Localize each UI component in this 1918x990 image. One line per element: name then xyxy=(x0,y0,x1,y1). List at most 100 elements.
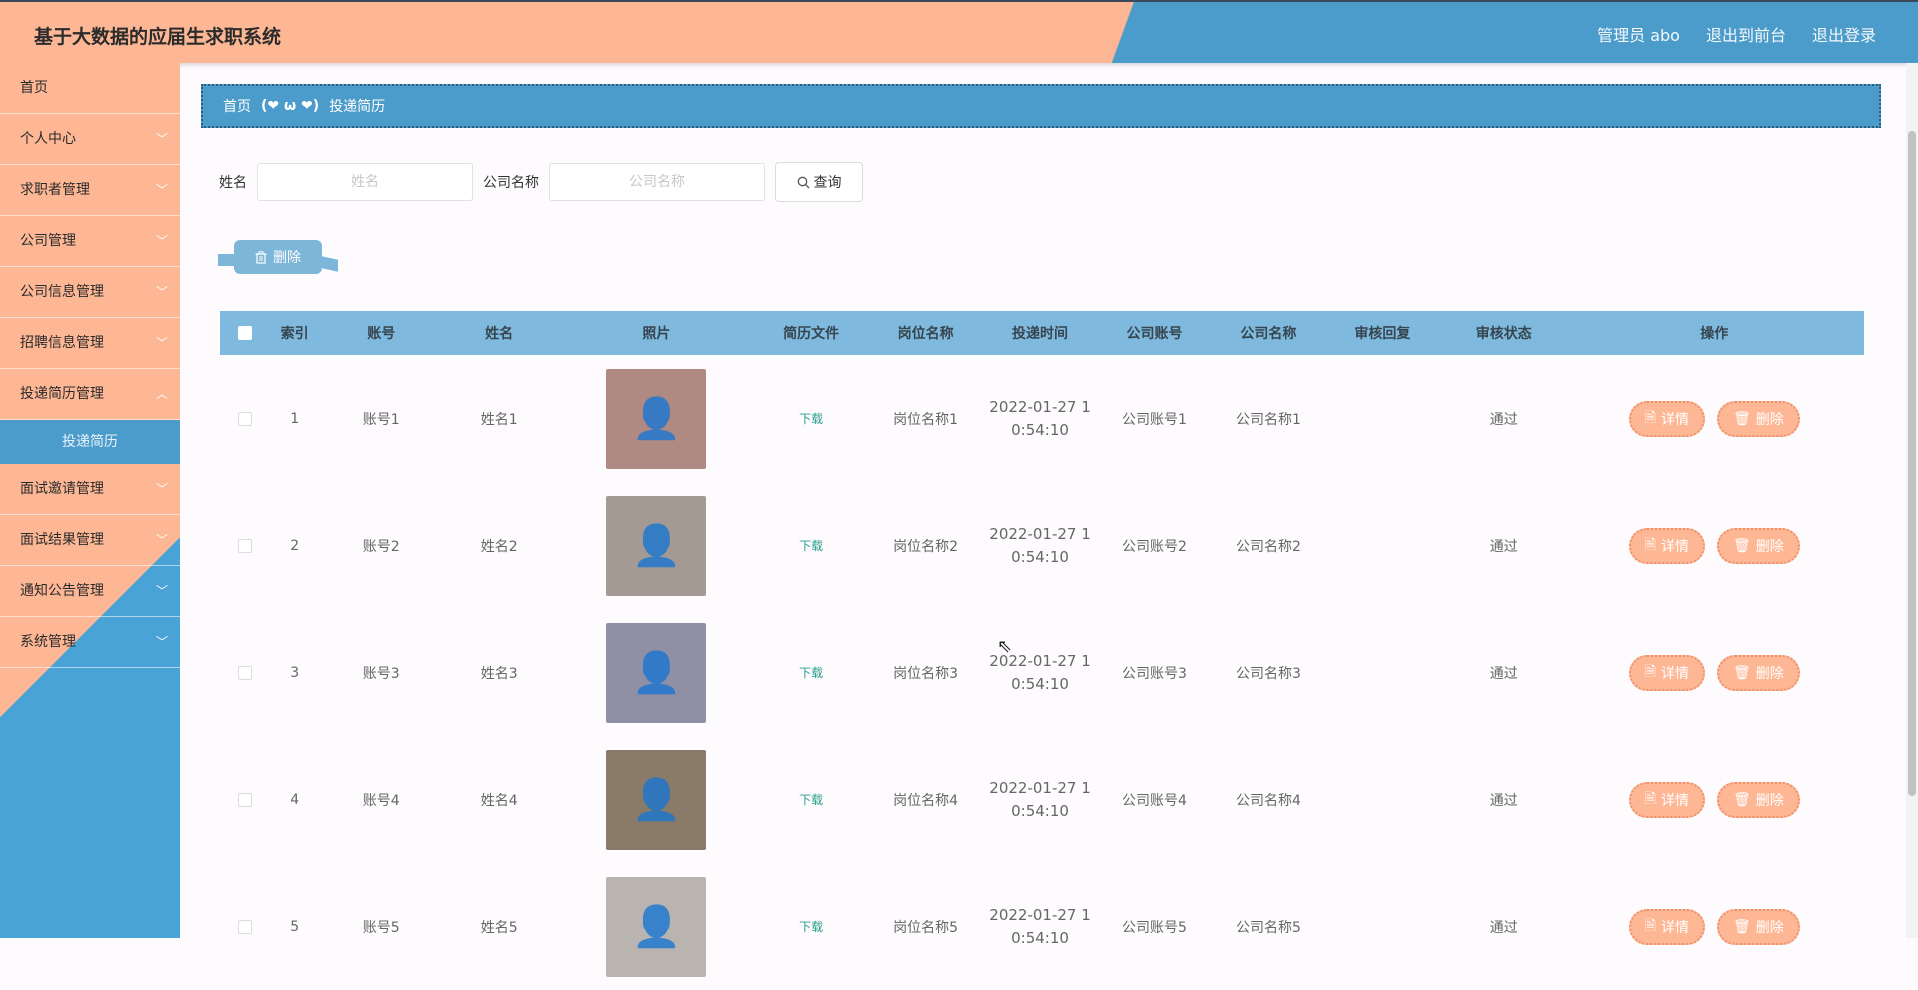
sidebar-item-resume-delivery[interactable]: 投递简历管理 ︿ xyxy=(0,369,180,420)
chevron-up-icon: ︿ xyxy=(155,387,168,401)
chevron-down-icon: ﹀ xyxy=(155,183,168,197)
download-link[interactable]: 下载 xyxy=(799,664,823,681)
company-name-label: 公司名称 xyxy=(483,175,539,191)
avatar-photo[interactable]: 👤 xyxy=(606,749,707,850)
row-checkbox[interactable] xyxy=(237,538,252,553)
sidebar-item-label: 系统管理 xyxy=(20,634,76,650)
cell-resume-file: 下载 xyxy=(757,863,864,990)
chevron-down-icon: ﹀ xyxy=(155,533,168,547)
header-photo: 照片 xyxy=(642,326,671,342)
trash-icon: 🗑 xyxy=(1733,791,1751,808)
avatar-photo[interactable]: 👤 xyxy=(606,495,707,596)
scrollbar[interactable] xyxy=(1906,63,1918,938)
table-row: 1 账号1 姓名1 👤 下载 岗位名称1 2022-01-27 1 0:54:10 公司账号1 公… xyxy=(220,355,1864,482)
sidebar-item-notices[interactable]: 通知公告管理 ﹀ xyxy=(0,566,180,617)
search-icon xyxy=(797,176,809,188)
row-select-cell xyxy=(220,863,270,990)
cell-company-account: 公司账号3 xyxy=(1122,665,1187,682)
delete-button[interactable]: 🗑 删除 xyxy=(1717,400,1800,437)
cell-index: 2 xyxy=(290,537,300,554)
sidebar-item-interview-results[interactable]: 面试结果管理 ﹀ xyxy=(0,515,180,566)
exit-to-front-link[interactable]: 退出到前台 xyxy=(1706,22,1786,46)
cell-photo: 👤 xyxy=(555,482,757,609)
sidebar-item-recruitment[interactable]: 招聘信息管理 ﹀ xyxy=(0,318,180,369)
select-all-cell xyxy=(220,311,270,355)
cell-resume-file: 下载 xyxy=(757,736,864,863)
table-header: 索引 账号 姓名 照片 简历文件 岗位名称 投递时间 公司账号 公司名称 审核回… xyxy=(220,311,1864,355)
cell-company-name: 公司名称4 xyxy=(1235,792,1301,809)
cell-review-status: 通过 xyxy=(1489,919,1518,936)
sidebar-item-companies[interactable]: 公司管理 ﹀ xyxy=(0,216,180,267)
ribbon-right xyxy=(322,256,338,272)
app-title: 基于大数据的应届生求职系统 xyxy=(34,26,282,48)
sidebar-item-interview-invites[interactable]: 面试邀请管理 ﹀ xyxy=(0,464,180,515)
sidebar-item-personal-center[interactable]: 个人中心 ﹀ xyxy=(0,114,180,165)
row-select-cell xyxy=(220,482,270,609)
time-line-2: 0:54:10 xyxy=(1011,547,1069,566)
header-name: 姓名 xyxy=(485,326,514,342)
delete-button[interactable]: 🗑 删除 xyxy=(1717,654,1800,691)
table-row: 4 账号4 姓名4 👤 下载 岗位名称4 2022-01-27 1 0:54:10 公司账号4 公… xyxy=(220,736,1864,863)
cell-name: 姓名1 xyxy=(480,411,518,428)
sidebar-item-job-seekers[interactable]: 求职者管理 ﹀ xyxy=(0,165,180,216)
sidebar-subitem-resume[interactable]: 投递简历 xyxy=(0,420,180,464)
cell-resume-file: 下载 xyxy=(757,355,864,482)
row-checkbox[interactable] xyxy=(237,665,252,680)
trash-icon: 🗑 xyxy=(1733,410,1751,427)
header-index: 索引 xyxy=(280,326,309,342)
header-resume-file: 简历文件 xyxy=(783,326,840,342)
row-checkbox[interactable] xyxy=(237,411,252,426)
detail-button[interactable]: 🗎 详情 xyxy=(1628,654,1705,691)
delete-button[interactable]: 🗑 删除 xyxy=(1717,527,1800,564)
mouse-cursor-icon: ⇖ xyxy=(997,636,1013,657)
sidebar-item-company-info[interactable]: 公司信息管理 ﹀ xyxy=(0,267,180,318)
download-link[interactable]: 下载 xyxy=(799,410,823,427)
query-button[interactable]: 查询 xyxy=(775,162,863,202)
cell-actions: 🗎 详情 🗑 删除 xyxy=(1564,482,1864,609)
sidebar-item-label: 面试结果管理 xyxy=(20,532,104,548)
download-link[interactable]: 下载 xyxy=(799,537,823,554)
avatar-photo[interactable]: 👤 xyxy=(606,622,707,723)
avatar-photo[interactable]: 👤 xyxy=(606,876,707,977)
delete-button[interactable]: 🗑 删除 xyxy=(1717,781,1800,818)
name-search-input[interactable] xyxy=(257,163,473,201)
sidebar-item-system[interactable]: 系统管理 ﹀ xyxy=(0,617,180,668)
breadcrumb: 首页 (❤ ω ❤) 投递简历 xyxy=(201,84,1881,128)
cell-photo: 👤 xyxy=(555,355,757,482)
company-name-search-input[interactable] xyxy=(549,163,765,201)
detail-button[interactable]: 🗎 详情 xyxy=(1628,400,1705,437)
cell-review-status: 通过 xyxy=(1489,792,1518,809)
sidebar-item-label: 首页 xyxy=(20,80,48,96)
detail-button[interactable]: 🗎 详情 xyxy=(1628,781,1705,818)
table-row: 2 账号2 姓名2 👤 下载 岗位名称2 2022-01-27 1 0:54:10 公司账号2 公… xyxy=(220,482,1864,609)
header-review-reply: 审核回复 xyxy=(1354,326,1411,342)
cell-resume-file: 下载 xyxy=(757,609,864,736)
detail-button[interactable]: 🗎 详情 xyxy=(1628,527,1705,564)
scrollbar-thumb[interactable] xyxy=(1908,131,1916,796)
download-link[interactable]: 下载 xyxy=(799,918,823,935)
time-line-2: 0:54:10 xyxy=(1011,928,1069,947)
sidebar-item-home[interactable]: 首页 xyxy=(0,63,180,114)
delete-button-label: 删除 xyxy=(1755,411,1784,428)
cell-actions: 🗎 详情 🗑 删除 xyxy=(1564,355,1864,482)
sidebar-item-label: 面试邀请管理 xyxy=(20,481,104,497)
logout-link[interactable]: 退出登录 xyxy=(1812,22,1876,46)
detail-button[interactable]: 🗎 详情 xyxy=(1628,908,1705,945)
download-link[interactable]: 下载 xyxy=(799,791,823,808)
chevron-down-icon: ﹀ xyxy=(155,584,168,598)
breadcrumb-home[interactable]: 首页 xyxy=(223,96,251,116)
cell-name: 姓名5 xyxy=(480,919,518,936)
cell-review-reply xyxy=(1322,482,1443,609)
delete-button[interactable]: 🗑 删除 xyxy=(1717,908,1800,945)
row-checkbox[interactable] xyxy=(237,919,252,934)
time-line-1: 2022-01-27 1 xyxy=(989,397,1091,416)
time-line-2: 0:54:10 xyxy=(1011,674,1069,693)
detail-button-label: 详情 xyxy=(1661,792,1689,809)
breadcrumb-current: 投递简历 xyxy=(329,99,386,115)
select-all-checkbox[interactable] xyxy=(237,326,252,340)
row-checkbox[interactable] xyxy=(237,792,252,807)
time-line-1: 2022-01-27 1 xyxy=(989,905,1091,924)
batch-delete-button[interactable]: 删除 xyxy=(218,240,338,274)
cell-name: 姓名4 xyxy=(480,792,518,809)
avatar-photo[interactable]: 👤 xyxy=(606,368,707,469)
